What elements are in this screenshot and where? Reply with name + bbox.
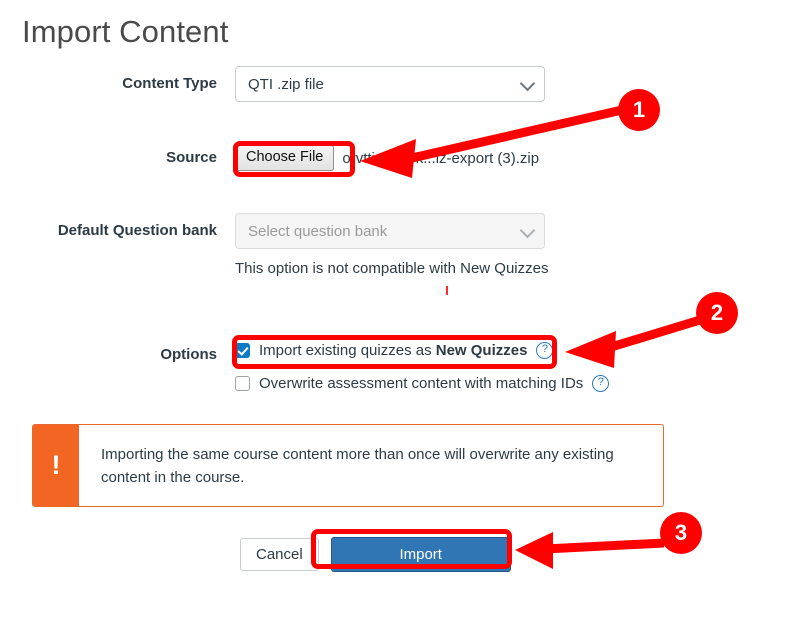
file-input-group: Choose File orvttisaastrk...iz-export (3… <box>235 140 539 176</box>
page-title: Import Content <box>22 14 229 49</box>
chevron-down-icon <box>519 222 536 239</box>
source-row: Source Choose File orvttisaastrk...iz-ex… <box>35 140 539 176</box>
arrow-3-icon <box>515 532 665 569</box>
footer-button-row: Cancel Import <box>240 537 511 572</box>
question-bank-helper-text: This option is not compatible with New Q… <box>235 260 549 277</box>
option-overwrite-label: Overwrite assessment content with matchi… <box>259 374 584 392</box>
source-label: Source <box>166 149 217 166</box>
choose-file-button[interactable]: Choose File <box>235 145 335 171</box>
option-new-quizzes-label: Import existing quizzes as New Quizzes <box>259 342 527 359</box>
step-badge-3: 3 <box>660 512 702 554</box>
content-type-select-value: QTI .zip file <box>248 75 324 93</box>
cancel-button[interactable]: Cancel <box>240 538 319 571</box>
checkbox-overwrite[interactable] <box>235 375 250 391</box>
warning-message: Importing the same course content more t… <box>101 445 614 486</box>
help-icon[interactable]: ? <box>592 374 610 392</box>
question-bank-row: Default Question bank Select question ba… <box>35 213 548 279</box>
checkbox-new-quizzes[interactable] <box>235 342 250 358</box>
import-button[interactable]: Import <box>330 537 511 572</box>
options-row: Options Import existing quizzes as New Q… <box>35 337 610 396</box>
question-bank-label: Default Question bank <box>57 222 217 239</box>
question-bank-select[interactable]: Select question bank <box>235 213 545 249</box>
step-badge-1: 1 <box>618 89 660 131</box>
chevron-down-icon <box>519 75 536 92</box>
help-icon[interactable]: ? <box>536 341 554 359</box>
content-type-label: Content Type <box>122 75 217 92</box>
option-new-quizzes[interactable]: Import existing quizzes as New Quizzes ? <box>235 337 609 363</box>
selected-file-name: orvttisaastrk...iz-export (3).zip <box>342 149 540 167</box>
stray-mark <box>446 286 448 295</box>
step-badge-2: 2 <box>696 292 738 334</box>
content-type-row: Content Type QTI .zip file <box>35 66 545 102</box>
option-new-quizzes-text: Import existing quizzes as <box>259 341 436 359</box>
question-bank-placeholder: Select question bank <box>248 222 388 240</box>
warning-icon: ! <box>33 425 79 506</box>
options-list: Import existing quizzes as New Quizzes ?… <box>235 337 610 396</box>
option-overwrite[interactable]: Overwrite assessment content with matchi… <box>235 370 610 396</box>
content-type-select[interactable]: QTI .zip file <box>235 66 545 102</box>
options-label: Options <box>160 346 217 363</box>
warning-banner: ! Importing the same course content more… <box>32 424 664 507</box>
option-new-quizzes-text-bold: New Quizzes <box>435 341 528 359</box>
